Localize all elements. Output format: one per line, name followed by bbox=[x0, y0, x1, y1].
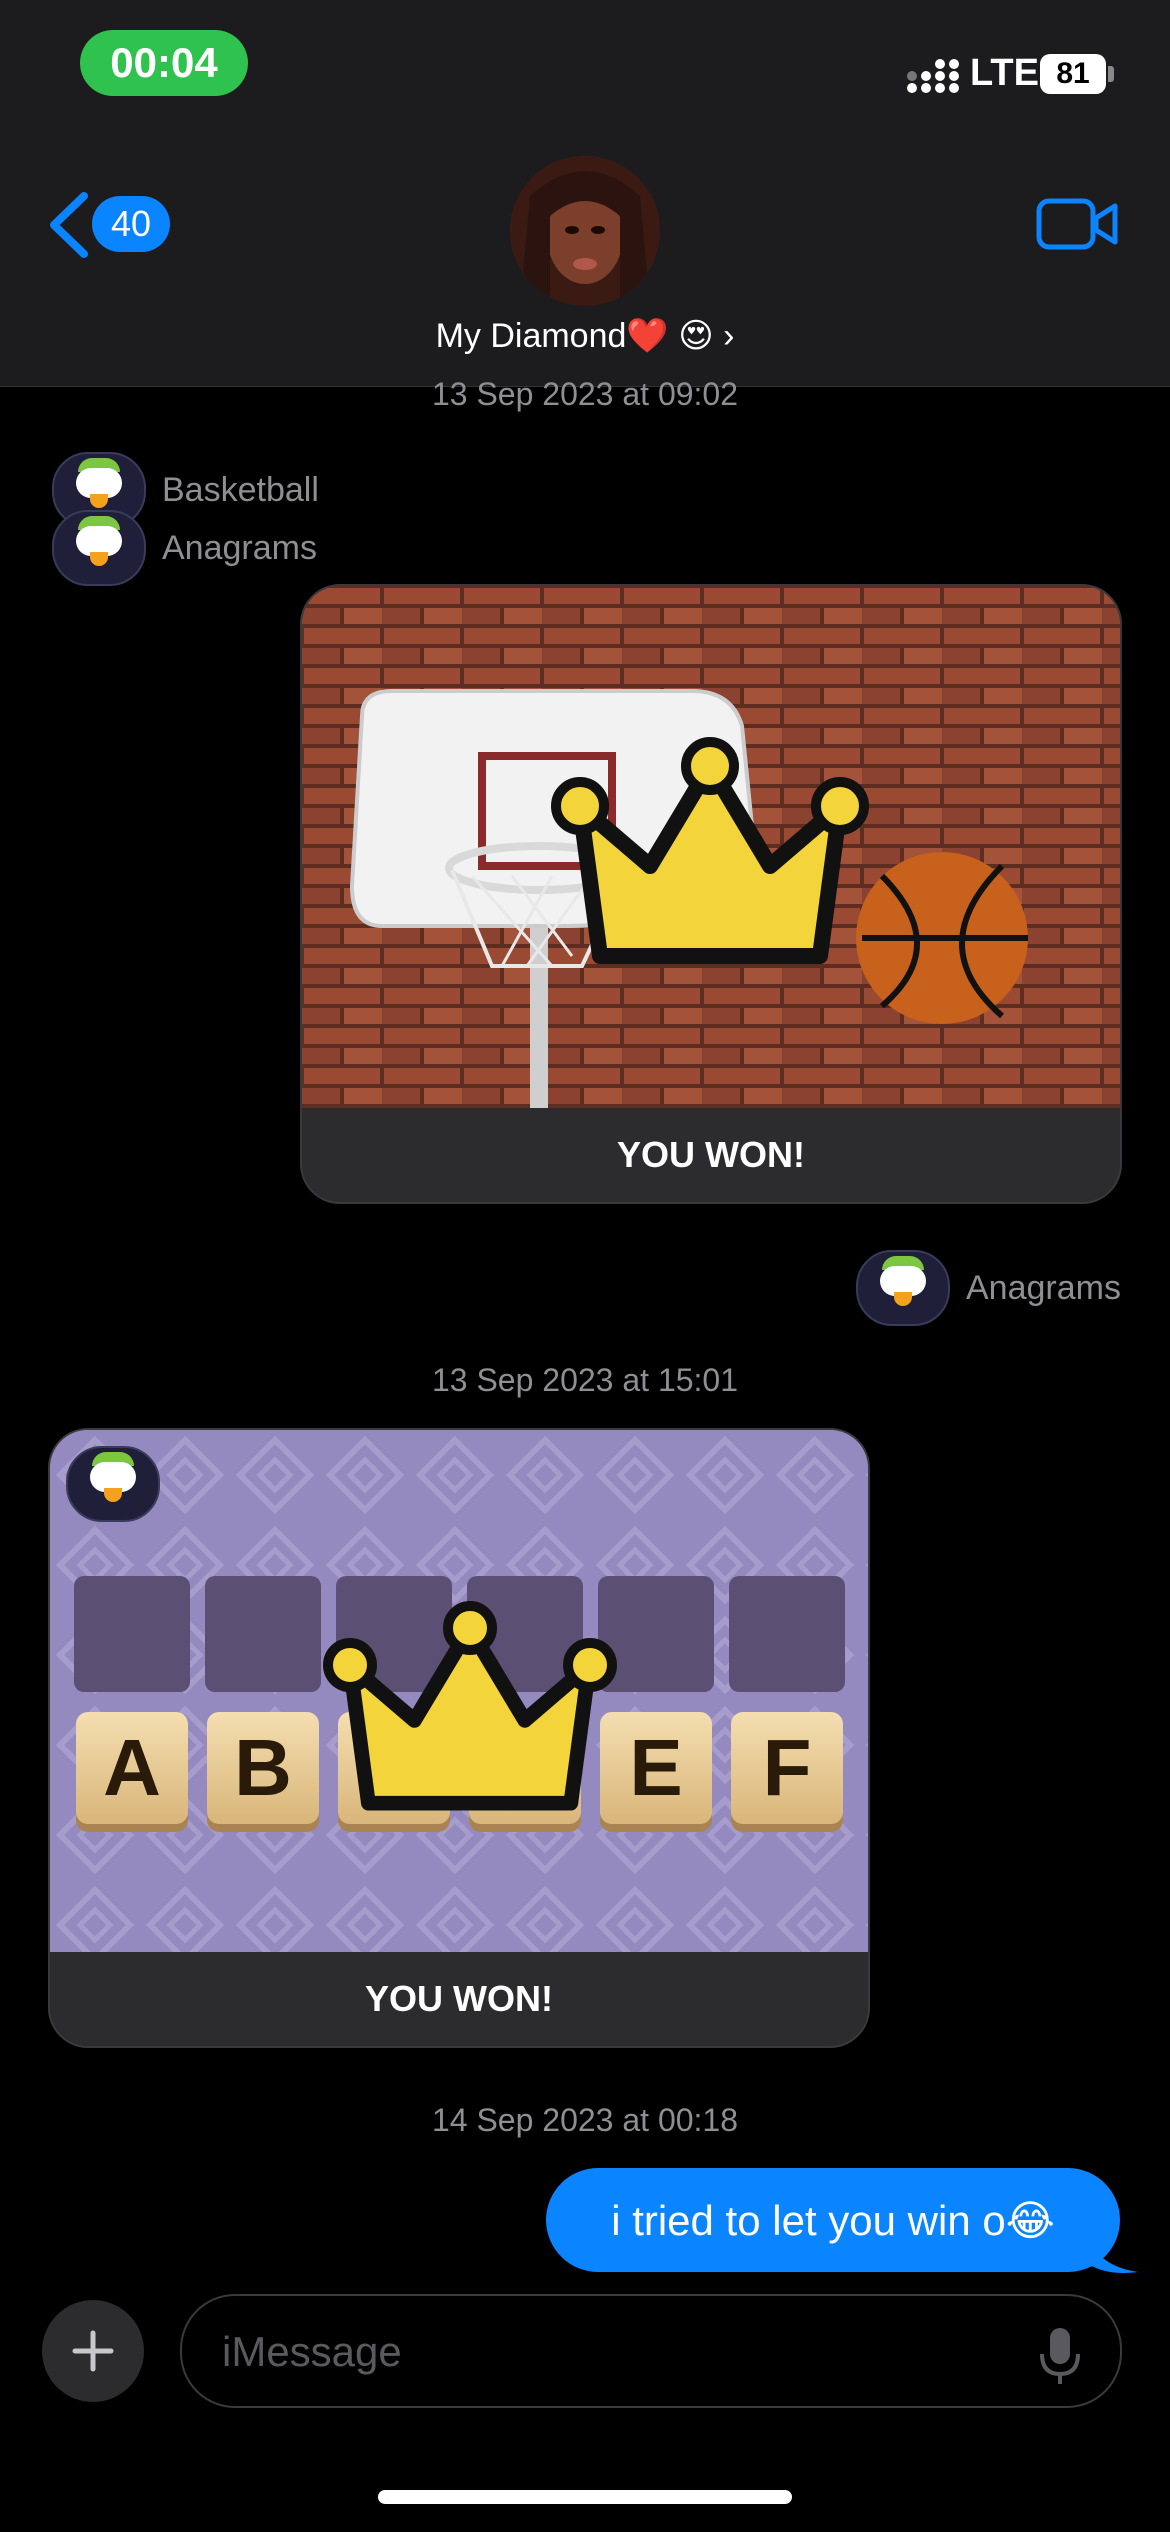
avatar-portrait bbox=[510, 156, 660, 306]
letter-slot bbox=[74, 1576, 190, 1692]
contact-name[interactable]: My Diamond❤️ 😍 › bbox=[0, 316, 1170, 356]
back-chevron-icon[interactable] bbox=[44, 190, 94, 260]
letter-tile: A bbox=[76, 1712, 188, 1824]
game-card-anagrams[interactable]: A B E F YOU WON! bbox=[48, 1428, 870, 2048]
timestamp: 14 Sep 2023 at 00:18 bbox=[431, 2102, 739, 2138]
message-input[interactable] bbox=[220, 2296, 1024, 2408]
game-label-text: Anagrams bbox=[966, 1268, 1121, 1307]
signal-icon bbox=[907, 59, 959, 93]
basketball-scene bbox=[302, 586, 1120, 1108]
game-result-caption: YOU WON! bbox=[617, 1134, 805, 1175]
game-label-text: Basketball bbox=[162, 470, 319, 509]
back-unread-badge[interactable]: 40 bbox=[92, 196, 170, 252]
crown-icon bbox=[323, 1601, 617, 1811]
game-pigeon-icon bbox=[66, 1446, 160, 1522]
basketball-image bbox=[302, 586, 1120, 1108]
battery-indicator: 81 bbox=[1040, 54, 1106, 94]
home-indicator[interactable] bbox=[378, 2490, 792, 2504]
game-pigeon-icon bbox=[856, 1250, 950, 1326]
game-pigeon-icon bbox=[52, 510, 146, 586]
game-label-anagrams-sent: Anagrams bbox=[856, 1250, 1121, 1326]
microphone-icon[interactable] bbox=[1034, 2326, 1086, 2386]
game-result-caption: YOU WON! bbox=[365, 1978, 553, 2019]
video-call-icon[interactable] bbox=[1036, 196, 1118, 252]
letter-slot bbox=[205, 1576, 321, 1692]
network-type: LTE bbox=[970, 52, 1039, 94]
game-label-anagrams: Anagrams bbox=[52, 510, 317, 586]
letter-tile: B bbox=[207, 1712, 319, 1824]
letter-tile: F bbox=[731, 1712, 843, 1824]
timestamp: 13 Sep 2023 at 15:01 bbox=[431, 1362, 739, 1398]
anagrams-image: A B E F bbox=[50, 1430, 868, 1952]
message-input-field[interactable] bbox=[180, 2294, 1122, 2408]
letter-slot bbox=[729, 1576, 845, 1692]
message-bubble-sent[interactable]: i tried to let you win o😂 bbox=[546, 2168, 1120, 2272]
apps-plus-button[interactable] bbox=[42, 2300, 144, 2402]
game-label-text: Anagrams bbox=[162, 528, 317, 567]
contact-avatar[interactable] bbox=[510, 156, 660, 306]
timestamp: 13 Sep 2023 at 09:02 bbox=[431, 376, 739, 412]
game-card-basketball[interactable]: YOU WON! bbox=[300, 584, 1122, 1204]
battery-cap bbox=[1108, 66, 1114, 82]
status-time: 00:04 bbox=[80, 30, 248, 96]
plus-icon bbox=[72, 2330, 114, 2372]
